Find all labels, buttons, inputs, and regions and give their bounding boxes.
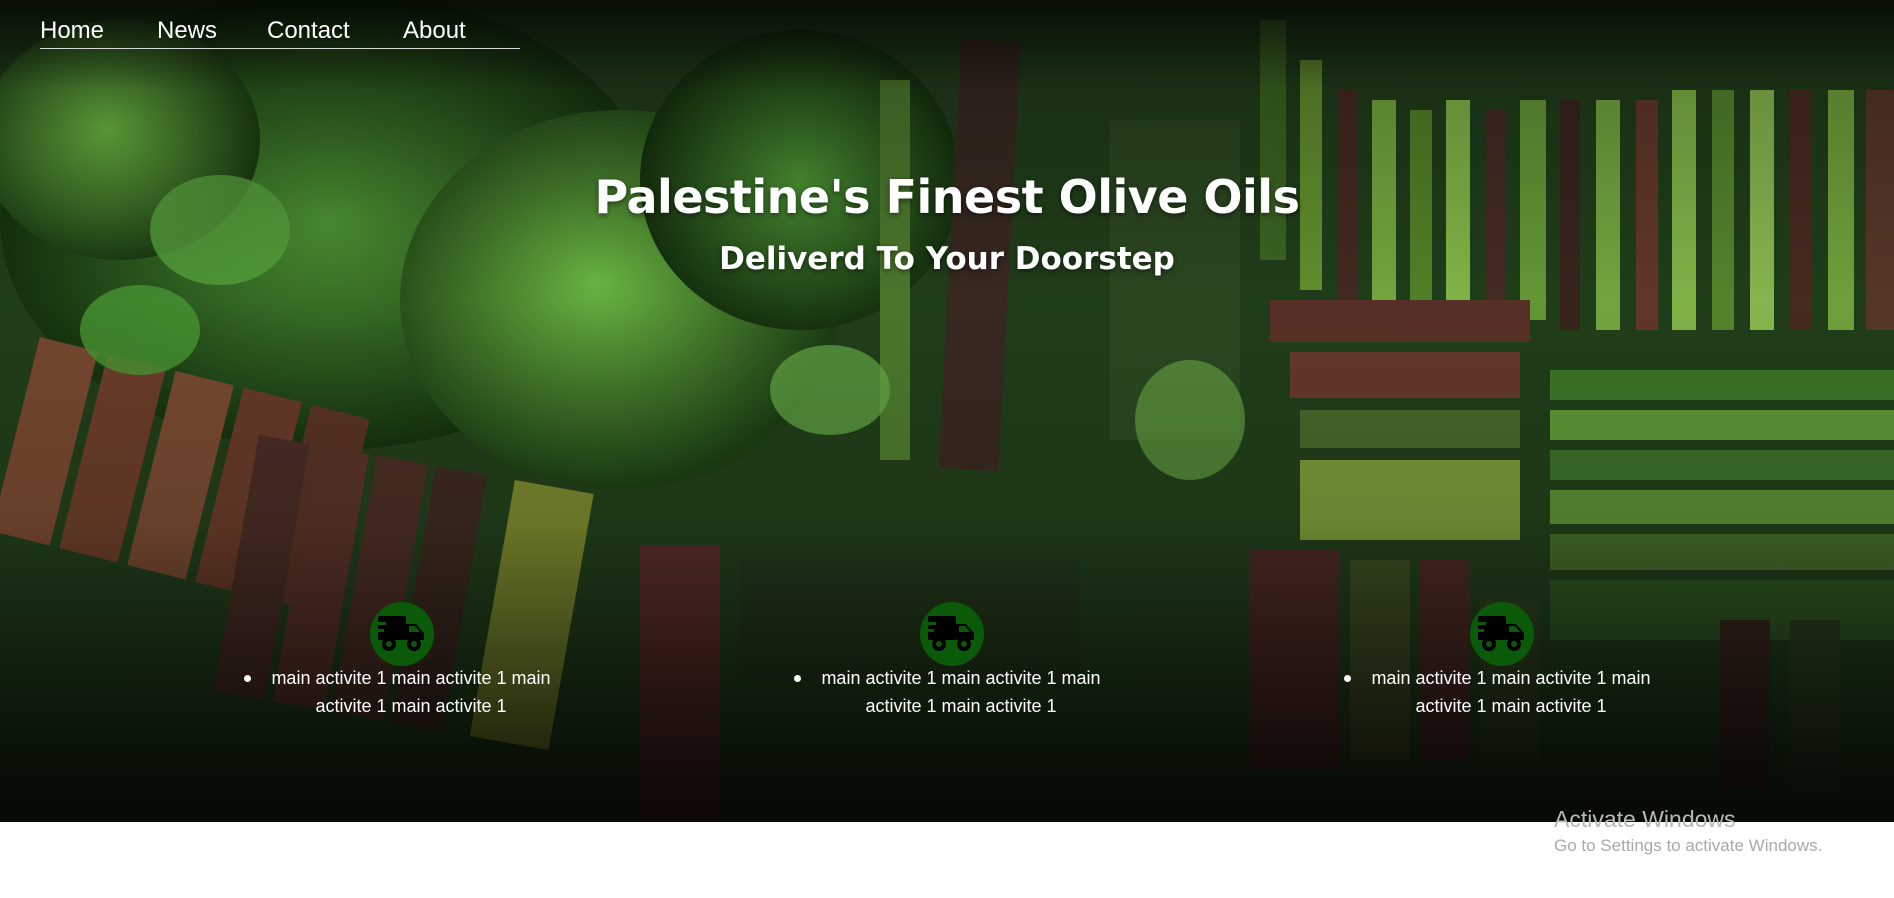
nav-about-link[interactable]: About [403,14,466,48]
feature-list: main activite 1 main activite 1 main act… [1332,664,1672,720]
bullet-icon [794,675,801,682]
watermark-title: Activate Windows [1554,806,1736,832]
nav-contact-link[interactable]: Contact [267,14,350,48]
windows-activation-watermark: Activate Windows Go to Settings to activ… [1554,804,1822,858]
feature-text: main activite 1 main activite 1 main act… [1371,668,1651,716]
feature-list: main activite 1 main activite 1 main act… [232,664,572,720]
hero-subtitle: Deliverd To Your Doorstep [719,241,1175,277]
feature-list: main activite 1 main activite 1 main act… [782,664,1122,720]
feature-text: main activite 1 main activite 1 main act… [821,668,1101,716]
nav-home-link[interactable]: Home [40,14,104,48]
list-item: main activite 1 main activite 1 main act… [782,664,1122,720]
list-item: main activite 1 main activite 1 main act… [232,664,572,720]
top-nav: Home News Contact About [40,14,520,49]
bullet-icon [244,675,251,682]
truck-icon [1470,602,1534,666]
list-item: main activite 1 main activite 1 main act… [1332,664,1672,720]
nav-news-link[interactable]: News [157,14,217,48]
truck-icon [370,602,434,666]
feature-text: main activite 1 main activite 1 main act… [271,668,551,716]
hero-title: Palestine's Finest Olive Oils [594,170,1300,224]
bullet-icon [1344,675,1351,682]
truck-icon [920,602,984,666]
watermark-subtitle: Go to Settings to activate Windows. [1554,836,1823,855]
